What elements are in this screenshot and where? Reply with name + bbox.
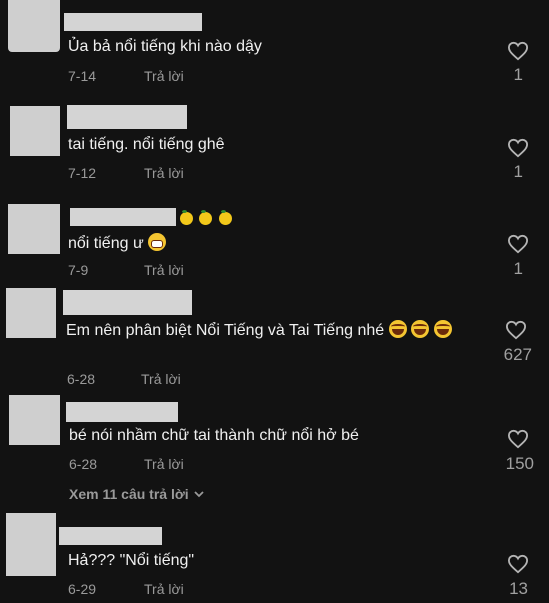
comment-date: 7-12 bbox=[68, 165, 97, 181]
comment-date: 6-28 bbox=[67, 371, 96, 387]
like-count: 1 bbox=[513, 259, 523, 278]
like-count: 1 bbox=[513, 65, 523, 84]
view-replies-label: Xem 11 câu trả lời bbox=[69, 486, 189, 502]
username-redacted[interactable] bbox=[70, 208, 176, 226]
avatar[interactable] bbox=[8, 204, 60, 254]
comment-date: 7-9 bbox=[68, 262, 89, 278]
comment-text: bé nói nhầm chữ tai thành chữ nổi hở bé bbox=[69, 427, 359, 444]
comment-date: 6-28 bbox=[69, 456, 98, 472]
lemon-emoji bbox=[180, 210, 193, 225]
tears-of-joy-emoji bbox=[388, 320, 407, 338]
chevron-down-icon bbox=[193, 491, 204, 498]
reply-button[interactable]: Trả lời bbox=[144, 68, 184, 84]
reply-button[interactable]: Trả lời bbox=[144, 456, 184, 472]
tears-of-joy-emoji bbox=[411, 320, 430, 338]
comment-date: 6-29 bbox=[68, 581, 97, 597]
heart-icon[interactable] bbox=[507, 429, 529, 449]
comment-text-content: nổi tiếng ư bbox=[68, 235, 144, 252]
avatar[interactable] bbox=[9, 395, 60, 445]
lemon-emoji bbox=[218, 210, 232, 225]
heart-icon[interactable] bbox=[507, 234, 529, 254]
lemon-emoji-group bbox=[180, 210, 234, 228]
comment-text: nổi tiếng ư bbox=[68, 233, 167, 253]
grimacing-face-emoji bbox=[148, 233, 167, 251]
reply-button[interactable]: Trả lời bbox=[144, 581, 184, 597]
comment-text: Hả??? "Nổi tiếng" bbox=[68, 552, 195, 569]
heart-icon[interactable] bbox=[507, 138, 529, 158]
avatar[interactable] bbox=[6, 513, 56, 576]
avatar[interactable] bbox=[8, 0, 60, 52]
username-redacted[interactable] bbox=[67, 105, 187, 129]
username-redacted[interactable] bbox=[64, 13, 202, 31]
avatar[interactable] bbox=[6, 288, 56, 338]
comment-date: 7-14 bbox=[68, 68, 97, 84]
comment-text: Em nên phân biệt Nổi Tiếng và Tai Tiếng … bbox=[66, 319, 486, 343]
view-replies-button[interactable]: Xem 11 câu trả lời bbox=[69, 486, 205, 502]
like-count: 13 bbox=[509, 579, 528, 598]
username-redacted[interactable] bbox=[63, 290, 192, 315]
like-count: 1 bbox=[513, 162, 523, 181]
comment-text: tai tiếng. nổi tiếng ghê bbox=[68, 136, 225, 153]
tears-of-joy-emoji bbox=[433, 320, 452, 338]
like-count: 627 bbox=[503, 345, 532, 364]
reply-button[interactable]: Trả lời bbox=[141, 371, 181, 387]
lemon-emoji bbox=[199, 210, 213, 225]
avatar[interactable] bbox=[10, 106, 60, 156]
comment-text: Ủa bả nổi tiếng khi nào dậy bbox=[68, 38, 262, 55]
comment-text-content: Em nên phân biệt Nổi Tiếng và Tai Tiếng … bbox=[66, 322, 385, 339]
reply-button[interactable]: Trả lời bbox=[144, 165, 184, 181]
heart-icon[interactable] bbox=[505, 320, 527, 340]
reply-button[interactable]: Trả lời bbox=[144, 262, 184, 278]
like-count: 150 bbox=[505, 454, 534, 473]
username-redacted[interactable] bbox=[59, 527, 162, 545]
heart-icon[interactable] bbox=[507, 41, 529, 61]
username-redacted[interactable] bbox=[66, 402, 178, 422]
heart-icon[interactable] bbox=[507, 554, 529, 574]
